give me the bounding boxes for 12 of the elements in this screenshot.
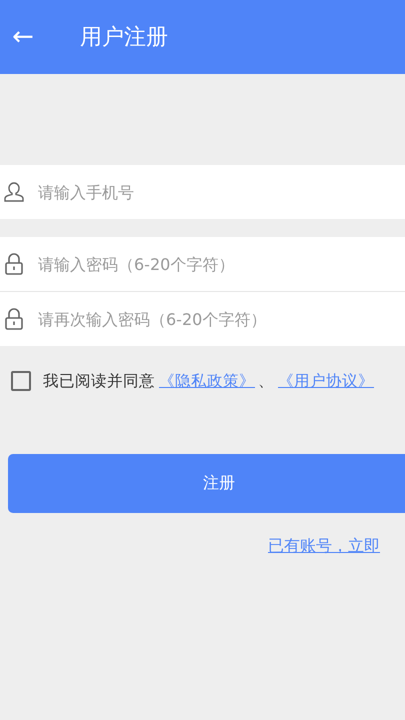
register-button[interactable]: 注册 (8, 454, 405, 513)
separator-text: 、 (258, 370, 274, 392)
privacy-policy-link[interactable]: 《隐私政策》 (155, 370, 255, 392)
login-link[interactable]: 已有账号，立即 (268, 536, 380, 555)
checkbox[interactable] (11, 371, 31, 391)
user-agreement-link[interactable]: 《用户协议》 (274, 370, 374, 392)
phone-field[interactable]: 请输入手机号 (0, 165, 405, 219)
agreement-text: 我已阅读并同意 (43, 370, 155, 392)
password-field[interactable]: 请输入密码（6-20个字符） (0, 237, 405, 291)
page-title: 用户注册 (80, 24, 168, 52)
password-field[interactable]: 请再次输入密码（6-20个字符） (0, 292, 405, 346)
back-button[interactable]: ← (10, 22, 36, 52)
